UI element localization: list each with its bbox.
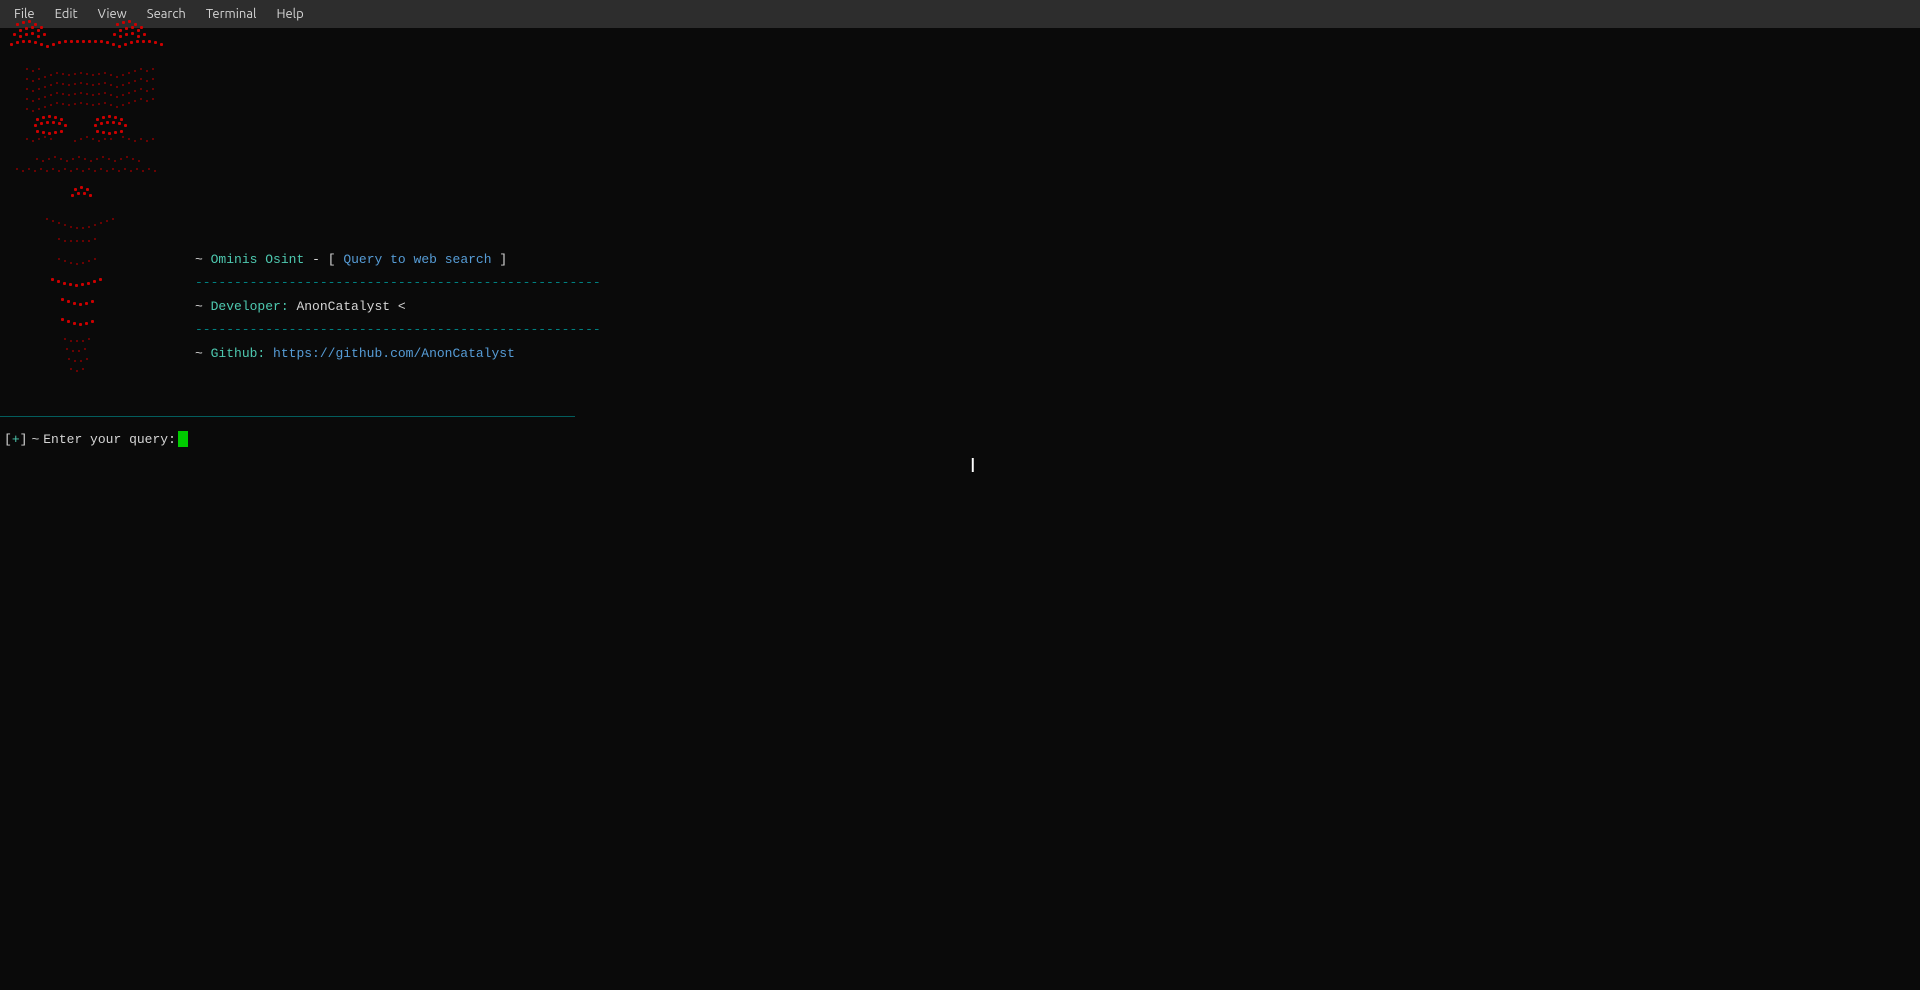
- info-separator2: ----------------------------------------…: [195, 318, 601, 341]
- menu-terminal[interactable]: Terminal: [198, 5, 265, 23]
- demon-face-logo: .dot { fill: #cc0000; } .dot-dk { fill: …: [6, 18, 191, 383]
- prompt-bracket-close: ]: [20, 432, 28, 447]
- info-section: ~ Ominis Osint - [ Query to web search ]…: [195, 248, 601, 365]
- info-line1: ~ Ominis Osint - [ Query to web search ]: [195, 248, 601, 271]
- prompt-area[interactable]: [ + ] ~ Enter your query:: [4, 431, 188, 447]
- prompt-label: Enter your query:: [43, 432, 176, 447]
- info-line2: ~ Developer: AnonCatalyst <: [195, 295, 601, 318]
- info-line3: ~ Github: https://github.com/AnonCatalys…: [195, 342, 601, 365]
- menu-help[interactable]: Help: [268, 5, 311, 23]
- terminal-cursor: [178, 431, 188, 447]
- mouse-cursor: I: [970, 456, 976, 476]
- info-separator1: ----------------------------------------…: [195, 271, 601, 294]
- prompt-tilde: ~: [31, 432, 39, 447]
- prompt-bracket-open: [: [4, 432, 12, 447]
- terminal[interactable]: . . . . . . . . . . . . . . . . . . . . …: [0, 28, 1920, 990]
- prompt-plus: +: [12, 432, 20, 447]
- menubar: File Edit View Search Terminal Help: [0, 0, 1920, 28]
- terminal-divider: [0, 416, 575, 417]
